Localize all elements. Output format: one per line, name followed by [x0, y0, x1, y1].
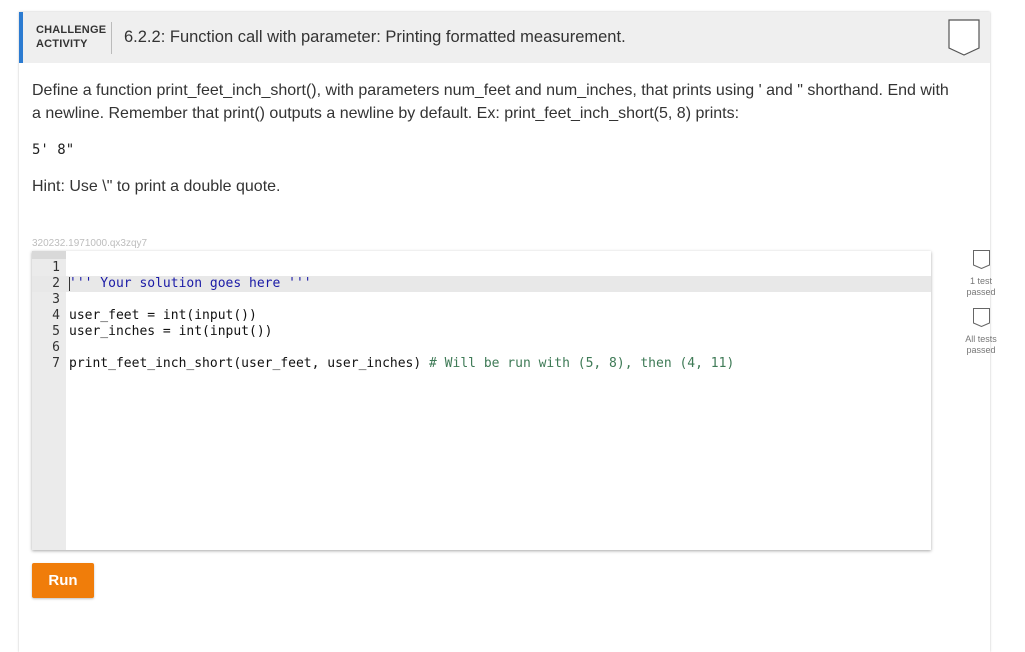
- text-cursor: [69, 277, 70, 291]
- activity-type-label: CHALLENGE ACTIVITY: [36, 23, 106, 51]
- line-number: 1: [52, 260, 60, 275]
- activity-type-line2: ACTIVITY: [36, 38, 88, 50]
- shield-badge-icon: [948, 19, 980, 56]
- activity-id: 320232.1971000.qx3zqy7: [32, 238, 148, 249]
- activity-title: 6.2.2: Function call with parameter: Pri…: [124, 28, 626, 46]
- line-number: 3: [52, 292, 60, 307]
- code-line-text[interactable]: print_feet_inch_short(user_feet, user_in…: [69, 356, 734, 372]
- hint-text: Hint: Use \" to print a double quote.: [32, 178, 281, 195]
- example-output: 5' 8": [32, 142, 75, 158]
- code-editor[interactable]: 1 2 ''' Your solution goes here ''' 3 4 user_…: [32, 251, 931, 550]
- line-number: 4: [52, 308, 60, 323]
- activity-type-line1: CHALLENGE: [36, 24, 107, 36]
- activity-header: CHALLENGE ACTIVITY 6.2.2: Function call …: [19, 12, 990, 63]
- line-number: 7: [52, 356, 60, 371]
- test-one-label-line2: passed: [966, 287, 996, 297]
- test-status-one: 1 test passed: [951, 250, 1011, 298]
- test-one-label-line1: 1 test: [969, 276, 992, 286]
- line-number: 2: [52, 276, 60, 291]
- test-all-label: All tests passed: [951, 334, 1011, 356]
- run-button[interactable]: Run: [32, 563, 94, 598]
- test-all-badge-icon: [972, 308, 990, 328]
- code-line[interactable]: 3: [32, 292, 931, 308]
- line-number: 5: [52, 324, 60, 339]
- code-lines[interactable]: 1 2 ''' Your solution goes here ''' 3 4 user_…: [32, 260, 931, 372]
- code-line[interactable]: 2 ''' Your solution goes here ''': [32, 276, 931, 292]
- line-number: 6: [52, 340, 60, 355]
- test-all-label-line1: All tests: [965, 334, 997, 344]
- test-status-all: All tests passed: [951, 308, 1011, 356]
- code-line[interactable]: 5 user_inches = int(input()): [32, 324, 931, 340]
- gutter-scroll-indicator: [32, 251, 66, 259]
- header-divider: [111, 22, 112, 54]
- code-line-text[interactable]: user_feet = int(input()): [69, 308, 257, 324]
- test-one-badge-icon: [972, 250, 990, 270]
- test-all-label-line2: passed: [966, 345, 996, 355]
- code-line[interactable]: 7 print_feet_inch_short(user_feet, user_i…: [32, 356, 931, 372]
- code-line[interactable]: 4 user_feet = int(input()): [32, 308, 931, 324]
- instructions-text: Define a function print_feet_inch_short(…: [32, 82, 949, 122]
- test-one-label: 1 test passed: [951, 276, 1011, 298]
- code-line[interactable]: 1: [32, 260, 931, 276]
- code-line[interactable]: 6: [32, 340, 931, 356]
- code-line-text[interactable]: ''' Your solution goes here ''': [69, 276, 312, 292]
- challenge-activity-card: CHALLENGE ACTIVITY 6.2.2: Function call …: [19, 12, 997, 652]
- code-line-text[interactable]: user_inches = int(input()): [69, 324, 273, 340]
